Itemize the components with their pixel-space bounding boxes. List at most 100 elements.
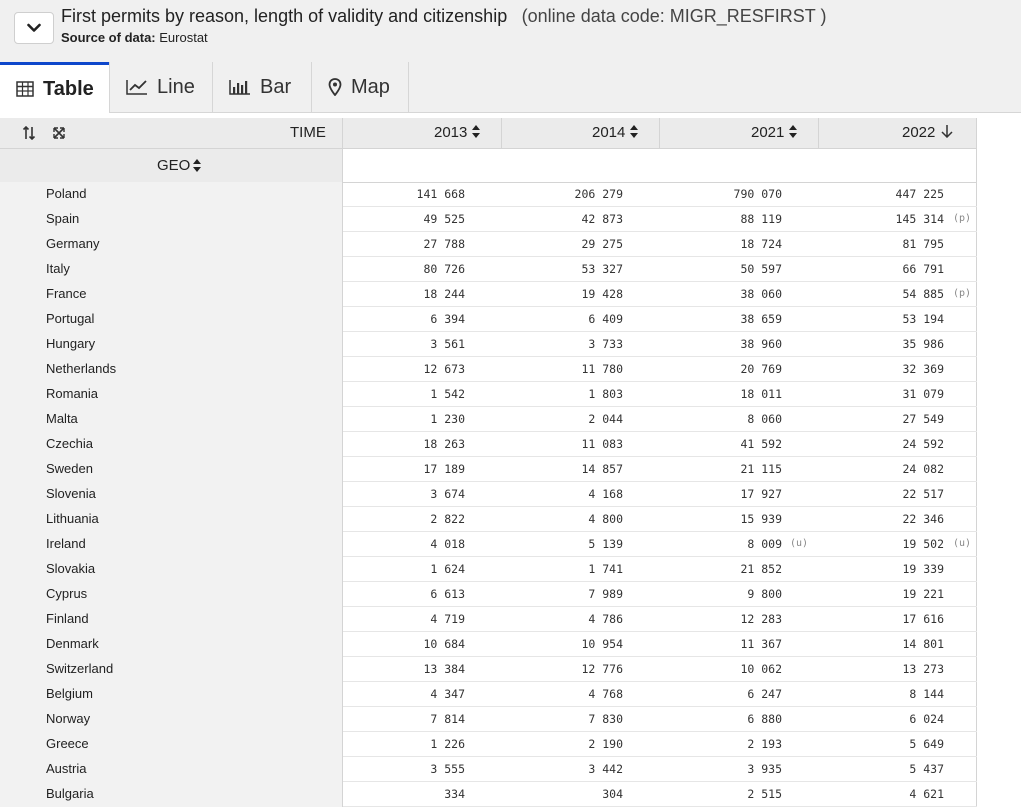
cell-value[interactable]: 4 621 (909, 787, 944, 801)
cell-value[interactable]: 27 788 (423, 237, 465, 251)
cell-value[interactable]: 3 555 (430, 762, 465, 776)
cell-value[interactable]: 5 649 (909, 737, 944, 751)
expand-icon[interactable] (52, 118, 66, 148)
cell-value[interactable]: 1 803 (588, 387, 623, 401)
cell-value[interactable]: 10 684 (423, 637, 465, 651)
cell-value[interactable]: 8 060 (747, 412, 782, 426)
cell-value[interactable]: 4 768 (588, 687, 623, 701)
tab-map[interactable]: Map (312, 62, 408, 112)
cell-value[interactable]: 22 517 (902, 487, 944, 501)
geo-name[interactable]: Malta (46, 411, 78, 426)
cell-value[interactable]: 22 346 (902, 512, 944, 526)
cell-value[interactable]: 88 119 (740, 212, 782, 226)
cell-value[interactable]: 4 786 (588, 612, 623, 626)
cell-value[interactable]: 5 139 (588, 537, 623, 551)
cell-value[interactable]: 50 597 (740, 262, 782, 276)
cell-value[interactable]: 2 515 (747, 787, 782, 801)
cell-value[interactable]: 38 960 (740, 337, 782, 351)
geo-name[interactable]: Spain (46, 211, 79, 226)
cell-value[interactable]: 19 428 (581, 287, 623, 301)
geo-name[interactable]: Italy (46, 261, 70, 276)
cell-value[interactable]: 32 369 (902, 362, 944, 376)
cell-value[interactable]: 4 168 (588, 487, 623, 501)
cell-value[interactable]: 31 079 (902, 387, 944, 401)
cell-value[interactable]: 3 733 (588, 337, 623, 351)
cell-value[interactable]: 1 624 (430, 562, 465, 576)
cell-value[interactable]: 3 674 (430, 487, 465, 501)
cell-value[interactable]: 6 247 (747, 687, 782, 701)
cell-value[interactable]: 206 279 (575, 187, 623, 201)
geo-name[interactable]: Slovakia (46, 561, 95, 576)
geo-name[interactable]: Bulgaria (46, 786, 94, 801)
geo-name[interactable]: Czechia (46, 436, 93, 451)
cell-value[interactable]: 24 082 (902, 462, 944, 476)
cell-value[interactable]: 1 226 (430, 737, 465, 751)
cell-value[interactable]: 790 070 (734, 187, 782, 201)
geo-name[interactable]: Netherlands (46, 361, 116, 376)
cell-value[interactable]: 41 592 (740, 437, 782, 451)
cell-value[interactable]: 19 221 (902, 587, 944, 601)
cell-value[interactable]: 8 009 (747, 537, 782, 551)
cell-value[interactable]: 9 800 (747, 587, 782, 601)
geo-name[interactable]: Sweden (46, 461, 93, 476)
geo-name[interactable]: Belgium (46, 686, 93, 701)
geo-name[interactable]: Finland (46, 611, 89, 626)
cell-value[interactable]: 3 442 (588, 762, 623, 776)
cell-value[interactable]: 4 018 (430, 537, 465, 551)
cell-value[interactable]: 304 (602, 787, 623, 801)
cell-value[interactable]: 6 024 (909, 712, 944, 726)
column-header-2013[interactable]: 2013 (434, 118, 480, 148)
cell-value[interactable]: 35 986 (902, 337, 944, 351)
cell-value[interactable]: 6 613 (430, 587, 465, 601)
geo-name[interactable]: France (46, 286, 86, 301)
cell-value[interactable]: 53 327 (581, 262, 623, 276)
cell-value[interactable]: 145 314 (896, 212, 944, 226)
cell-value[interactable]: 13 384 (423, 662, 465, 676)
cell-value[interactable]: 24 592 (902, 437, 944, 451)
cell-value[interactable]: 6 409 (588, 312, 623, 326)
cell-value[interactable]: 53 194 (902, 312, 944, 326)
cell-value[interactable]: 17 189 (423, 462, 465, 476)
cell-value[interactable]: 20 769 (740, 362, 782, 376)
cell-value[interactable]: 3 561 (430, 337, 465, 351)
cell-value[interactable]: 54 885 (902, 287, 944, 301)
geo-name[interactable]: Poland (46, 186, 86, 201)
cell-value[interactable]: 21 852 (740, 562, 782, 576)
cell-value[interactable]: 6 394 (430, 312, 465, 326)
cell-value[interactable]: 17 616 (902, 612, 944, 626)
cell-value[interactable]: 1 741 (588, 562, 623, 576)
cell-value[interactable]: 29 275 (581, 237, 623, 251)
cell-value[interactable]: 80 726 (423, 262, 465, 276)
cell-value[interactable]: 4 719 (430, 612, 465, 626)
cell-value[interactable]: 11 780 (581, 362, 623, 376)
cell-value[interactable]: 1 230 (430, 412, 465, 426)
cell-value[interactable]: 10 954 (581, 637, 623, 651)
cell-value[interactable]: 19 339 (902, 562, 944, 576)
cell-value[interactable]: 13 273 (902, 662, 944, 676)
cell-value[interactable]: 447 225 (896, 187, 944, 201)
cell-value[interactable]: 7 830 (588, 712, 623, 726)
cell-value[interactable]: 6 880 (747, 712, 782, 726)
cell-value[interactable]: 1 542 (430, 387, 465, 401)
cell-value[interactable]: 8 144 (909, 687, 944, 701)
geo-name[interactable]: Denmark (46, 636, 99, 651)
cell-value[interactable]: 14 857 (581, 462, 623, 476)
cell-value[interactable]: 27 549 (902, 412, 944, 426)
cell-value[interactable]: 2 190 (588, 737, 623, 751)
column-header-2014[interactable]: 2014 (592, 118, 638, 148)
cell-value[interactable]: 66 791 (902, 262, 944, 276)
cell-value[interactable]: 18 244 (423, 287, 465, 301)
cell-value[interactable]: 4 347 (430, 687, 465, 701)
cell-value[interactable]: 12 673 (423, 362, 465, 376)
tab-table[interactable]: Table (0, 62, 109, 113)
cell-value[interactable]: 12 776 (581, 662, 623, 676)
cell-value[interactable]: 2 822 (430, 512, 465, 526)
cell-value[interactable]: 7 814 (430, 712, 465, 726)
sort-toggle-icon[interactable] (22, 118, 36, 148)
cell-value[interactable]: 19 502 (902, 537, 944, 551)
geo-header[interactable]: GEO (0, 149, 342, 182)
column-header-2021[interactable]: 2021 (751, 118, 797, 148)
geo-name[interactable]: Romania (46, 386, 98, 401)
geo-name[interactable]: Greece (46, 736, 89, 751)
cell-value[interactable]: 38 659 (740, 312, 782, 326)
